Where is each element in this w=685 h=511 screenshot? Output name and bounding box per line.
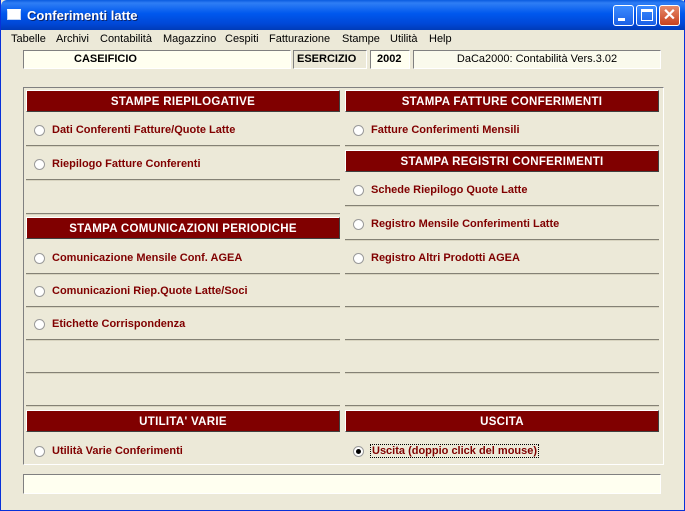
radio-icon[interactable] <box>34 125 45 136</box>
radio-checked-icon[interactable] <box>353 446 364 457</box>
option-label: Riepilogo Fatture Conferenti <box>52 158 201 170</box>
radio-icon[interactable] <box>34 286 45 297</box>
empty-row <box>26 341 340 374</box>
version-field: DaCa2000: Contabilità Vers.3.02 <box>413 50 661 69</box>
header-utilita-varie: UTILITA' VARIE <box>26 410 340 432</box>
maximize-icon <box>641 9 653 21</box>
status-bar <box>23 474 661 494</box>
menu-stampe[interactable]: Stampe <box>342 33 380 45</box>
app-window-icon <box>7 9 21 20</box>
option-label: Comunicazione Mensile Conf. AGEA <box>52 252 243 264</box>
header-comunicazioni-periodiche: STAMPA COMUNICAZIONI PERIODICHE <box>26 217 340 239</box>
menu-contabilita[interactable]: Contabilità <box>100 33 152 45</box>
option-uscita[interactable]: Uscita (doppio click del mouse) <box>345 435 659 468</box>
option-label: Fatture Conferimenti Mensili <box>371 124 520 136</box>
empty-row <box>26 182 340 215</box>
header-stampe-riepilogative: STAMPE RIEPILOGATIVE <box>26 90 340 112</box>
minimize-icon <box>618 18 625 21</box>
option-etichette[interactable]: Etichette Corrispondenza <box>26 308 340 341</box>
company-field: CASEIFICIO <box>23 50 291 69</box>
radio-icon[interactable] <box>34 159 45 170</box>
option-label: Comunicazioni Riep.Quote Latte/Soci <box>52 285 248 297</box>
header-stampa-registri: STAMPA REGISTRI CONFERIMENTI <box>345 150 659 172</box>
year-field: 2002 <box>370 50 410 69</box>
menu-help[interactable]: Help <box>429 33 452 45</box>
close-button[interactable]: ✕ <box>659 5 680 26</box>
empty-row <box>26 374 340 407</box>
radio-icon[interactable] <box>34 446 45 457</box>
menu-magazzino[interactable]: Magazzino <box>163 33 216 45</box>
empty-row <box>345 308 659 341</box>
option-label: Etichette Corrispondenza <box>52 318 186 330</box>
option-registro-altri[interactable]: Registro Altri Prodotti AGEA <box>345 242 659 275</box>
menu-bar: Tabelle Archivi Contabilità Magazzino Ce… <box>4 30 682 48</box>
radio-icon[interactable] <box>34 253 45 264</box>
radio-icon[interactable] <box>353 185 364 196</box>
main-window: Conferimenti latte ✕ Tabelle Archivi Con… <box>0 0 685 511</box>
option-utilita-varie[interactable]: Utilità Varie Conferimenti <box>26 435 340 468</box>
option-registro-mensile[interactable]: Registro Mensile Conferimenti Latte <box>345 208 659 241</box>
empty-row <box>345 275 659 308</box>
radio-icon[interactable] <box>353 253 364 264</box>
minimize-button[interactable] <box>613 5 634 26</box>
option-label: Uscita (doppio click del mouse) <box>369 444 540 458</box>
title-bar: Conferimenti latte ✕ <box>1 0 685 30</box>
maximize-button[interactable] <box>636 5 657 26</box>
menu-archivi[interactable]: Archivi <box>56 33 89 45</box>
header-stampa-fatture: STAMPA FATTURE CONFERIMENTI <box>345 90 659 112</box>
option-label: Registro Mensile Conferimenti Latte <box>371 218 560 230</box>
option-schede-riepilogo[interactable]: Schede Riepilogo Quote Latte <box>345 174 659 207</box>
empty-row <box>345 374 659 407</box>
option-label: Registro Altri Prodotti AGEA <box>371 252 520 264</box>
option-label: Utilità Varie Conferimenti <box>52 445 183 457</box>
esercizio-label: ESERCIZIO <box>293 50 367 69</box>
option-riepilogo-fatture[interactable]: Riepilogo Fatture Conferenti <box>26 148 340 181</box>
option-label: Dati Conferenti Fatture/Quote Latte <box>52 124 236 136</box>
option-comunicazione-mensile[interactable]: Comunicazione Mensile Conf. AGEA <box>26 242 340 275</box>
menu-utilita[interactable]: Utilità <box>390 33 418 45</box>
menu-cespiti[interactable]: Cespiti <box>225 33 259 45</box>
option-label: Schede Riepilogo Quote Latte <box>371 184 528 196</box>
radio-icon[interactable] <box>353 125 364 136</box>
option-fatture-mensili[interactable]: Fatture Conferimenti Mensili <box>345 114 659 147</box>
header-uscita: USCITA <box>345 410 659 432</box>
window-title: Conferimenti latte <box>27 8 138 23</box>
menu-tabelle[interactable]: Tabelle <box>11 33 46 45</box>
option-dati-conferenti[interactable]: Dati Conferenti Fatture/Quote Latte <box>26 114 340 147</box>
close-icon: ✕ <box>662 7 677 24</box>
radio-icon[interactable] <box>353 219 364 230</box>
radio-icon[interactable] <box>34 319 45 330</box>
option-comunicazioni-riep[interactable]: Comunicazioni Riep.Quote Latte/Soci <box>26 275 340 308</box>
menu-fatturazione[interactable]: Fatturazione <box>269 33 330 45</box>
empty-row <box>345 341 659 374</box>
